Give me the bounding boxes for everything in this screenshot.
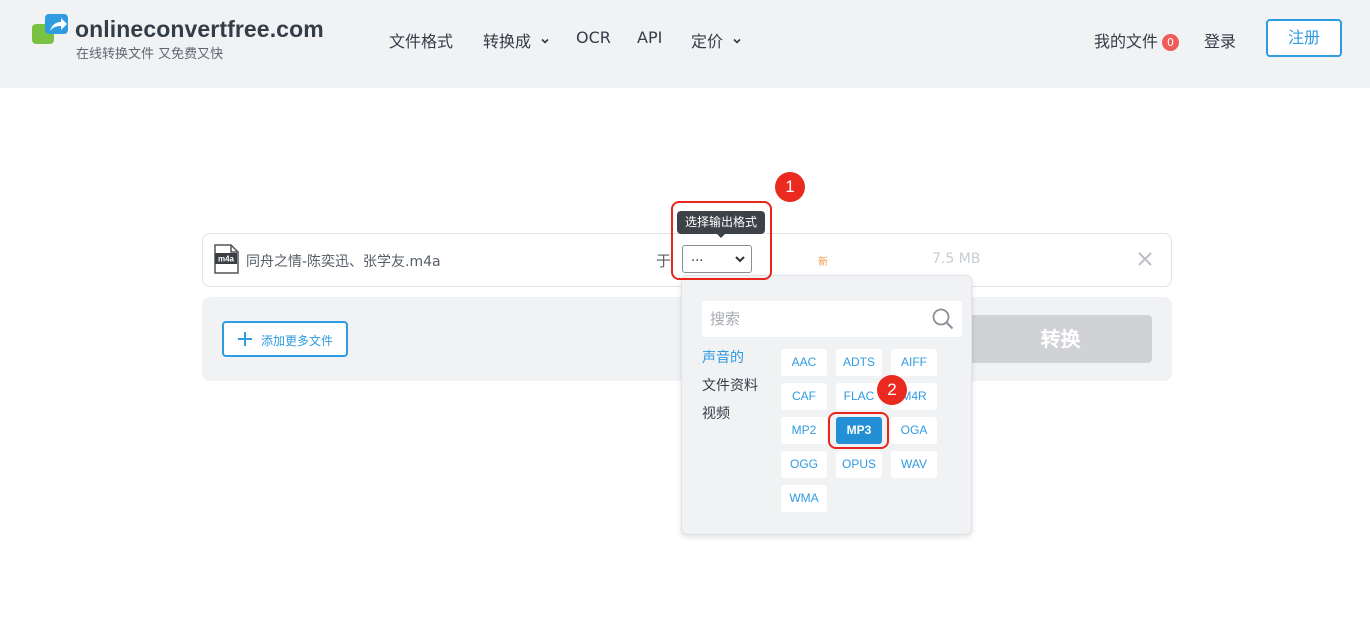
plus-icon — [238, 332, 252, 346]
convert-button[interactable]: 转换 — [969, 315, 1152, 363]
nav-api[interactable]: API — [637, 28, 662, 47]
my-files-count-badge: 0 — [1162, 34, 1180, 51]
nav-pricing[interactable]: 定价 — [691, 28, 741, 52]
format-ogg[interactable]: OGG — [781, 451, 827, 478]
category-audio[interactable]: 声音的 — [702, 347, 744, 367]
file-icon-label: m4a — [218, 255, 235, 264]
callout-box-2 — [828, 412, 889, 449]
nav-pricing-label: 定价 — [691, 32, 724, 51]
logo-icon[interactable] — [32, 14, 68, 44]
register-button[interactable]: 注册 — [1266, 19, 1342, 57]
format-adts[interactable]: ADTS — [836, 349, 882, 376]
format-wav[interactable]: WAV — [891, 451, 937, 478]
nav-convert-to-label: 转换成 — [483, 32, 532, 51]
search-icon[interactable] — [932, 308, 954, 330]
format-dropdown: 声音的 文件资料 视频 AAC ADTS AIFF CAF FLAC M4R M… — [681, 275, 972, 535]
file-name: 同舟之情-陈奕迅、张学友.m4a — [246, 254, 441, 270]
callout-number-1: 1 — [775, 172, 805, 202]
chevron-down-icon — [541, 38, 549, 44]
to-label: 于 — [656, 252, 672, 270]
m4a-file-icon: m4a — [214, 244, 239, 274]
my-files-link[interactable]: 我的文件 0 — [1094, 28, 1180, 52]
format-aiff[interactable]: AIFF — [891, 349, 937, 376]
format-caf[interactable]: CAF — [781, 383, 827, 410]
category-document[interactable]: 文件资料 — [702, 375, 758, 395]
logo-name[interactable]: onlineconvertfree.com — [75, 16, 324, 43]
add-more-files-label: 添加更多文件 — [261, 334, 334, 348]
format-flac[interactable]: FLAC — [836, 383, 882, 410]
nav-ocr[interactable]: OCR — [576, 28, 611, 47]
nav-convert-to[interactable]: 转换成 — [483, 28, 549, 52]
format-aac[interactable]: AAC — [781, 349, 827, 376]
logo-tagline: 在线转换文件 又免费又快 — [76, 47, 224, 62]
format-search-input[interactable] — [702, 301, 922, 337]
nav-api-label: API — [637, 28, 663, 47]
callout-box-1 — [671, 201, 772, 280]
nav-ocr-label: OCR — [576, 28, 611, 47]
format-oga[interactable]: OGA — [891, 417, 937, 444]
file-size: 7.5 MB — [932, 251, 981, 267]
category-video[interactable]: 视频 — [702, 403, 730, 423]
format-wma[interactable]: WMA — [781, 485, 827, 512]
nav-file-formats[interactable]: 文件格式 — [389, 28, 453, 52]
site-header: onlineconvertfree.com 在线转换文件 又免费又快 文件格式 … — [0, 0, 1370, 88]
nav-file-formats-label: 文件格式 — [389, 32, 454, 51]
format-search — [702, 301, 962, 337]
format-mp2[interactable]: MP2 — [781, 417, 827, 444]
my-files-label: 我的文件 — [1094, 32, 1159, 51]
status-badge: 新 — [818, 257, 828, 268]
close-icon[interactable] — [1137, 251, 1153, 267]
add-more-files-button[interactable]: 添加更多文件 — [222, 321, 348, 357]
login-link[interactable]: 登录 — [1204, 28, 1236, 52]
callout-number-2: 2 — [877, 375, 907, 405]
format-opus[interactable]: OPUS — [836, 451, 882, 478]
chevron-down-icon — [733, 38, 741, 44]
